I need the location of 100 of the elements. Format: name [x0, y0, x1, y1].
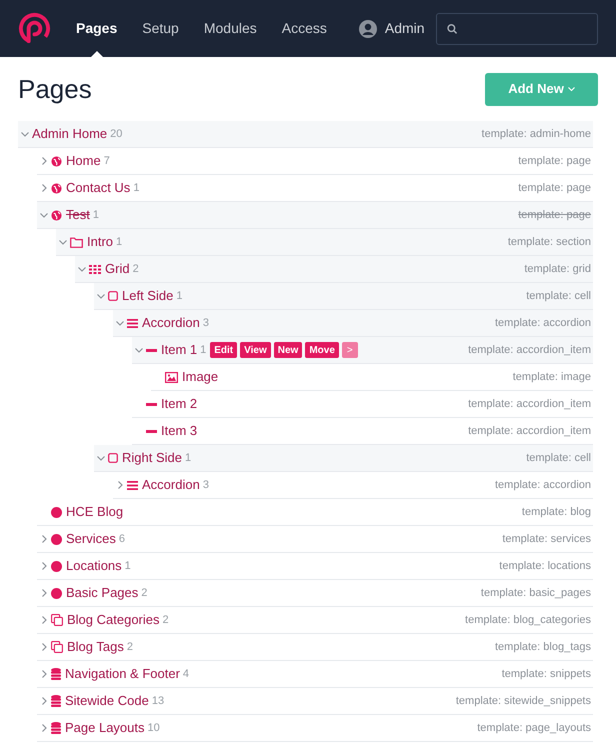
- collapse-caret-icon[interactable]: [59, 240, 67, 244]
- collapse-caret-icon[interactable]: [135, 348, 143, 352]
- child-count: 1: [184, 450, 192, 466]
- action-button[interactable]: Move: [305, 342, 339, 358]
- page-title-link[interactable]: Locations: [66, 556, 122, 576]
- database-icon: [51, 722, 61, 734]
- template-label: template: section: [508, 234, 591, 250]
- tree-row[interactable]: Item 1 1 Edit View New Move > template: accordion_item: [132, 337, 593, 364]
- template-label: template: page: [518, 154, 591, 169]
- page-title-link[interactable]: Navigation & Footer: [65, 664, 180, 684]
- child-count: 1: [116, 234, 122, 250]
- tree-row[interactable]: Test 1 template: page: [37, 202, 593, 229]
- action-button[interactable]: Edit: [210, 342, 238, 358]
- search-icon: [447, 22, 458, 34]
- dot-icon: [51, 534, 62, 544]
- square-icon: [108, 291, 118, 301]
- page-title-link[interactable]: Item 1: [161, 340, 198, 360]
- template-label: template: accordion: [495, 478, 591, 493]
- collapse-caret-icon[interactable]: [78, 266, 86, 272]
- child-count: 13: [152, 694, 164, 709]
- tree-row[interactable]: Left Side 1 template: cell: [94, 283, 593, 310]
- tree-row[interactable]: Grid 2 template: grid: [75, 256, 593, 283]
- dash-icon: [146, 402, 157, 406]
- page-title-link[interactable]: Admin Home: [32, 124, 108, 144]
- template-label: template: accordion_item: [468, 396, 591, 412]
- page-title-link[interactable]: Sitewide Code: [65, 691, 149, 711]
- expand-caret-icon[interactable]: [118, 481, 122, 489]
- globe-icon: [51, 182, 62, 194]
- action-button[interactable]: View: [240, 342, 271, 358]
- dash-icon: [146, 430, 157, 432]
- expand-caret-icon[interactable]: [42, 562, 46, 570]
- template-label: template: blog_categories: [465, 612, 591, 628]
- copy-icon: [51, 641, 63, 653]
- expand-caret-icon[interactable]: [42, 724, 46, 732]
- page-title-link[interactable]: HCE Blog: [66, 502, 124, 522]
- page-title-link[interactable]: Item 3: [161, 421, 198, 441]
- template-label: template: image: [512, 370, 591, 385]
- page-title-link[interactable]: Right Side: [122, 448, 182, 468]
- template-label: template: blog_tags: [494, 640, 591, 655]
- search-field[interactable]: [436, 12, 598, 44]
- expand-caret-icon[interactable]: [42, 535, 46, 543]
- collapse-caret-icon[interactable]: [97, 456, 105, 460]
- child-count: 7: [104, 154, 110, 169]
- expand-caret-icon[interactable]: [42, 643, 46, 651]
- page-title-link[interactable]: Basic Pages: [66, 583, 138, 603]
- template-label: template: page: [518, 180, 591, 196]
- expand-caret-icon[interactable]: [42, 670, 46, 678]
- page-title-link[interactable]: Image: [182, 367, 218, 387]
- tree-row[interactable]: Admin Home 20 template: admin-home: [18, 121, 593, 148]
- template-label: template: snippets: [502, 666, 591, 682]
- page-title-link[interactable]: Home: [66, 151, 101, 171]
- child-count: 6: [118, 532, 125, 547]
- database-icon: [51, 695, 61, 707]
- list-icon: [127, 318, 138, 328]
- child-count: 1: [176, 288, 182, 304]
- tree-row[interactable]: Intro 1 template: section: [56, 229, 593, 256]
- page-title-link[interactable]: Services: [66, 529, 116, 549]
- template-label: template: services: [502, 532, 591, 547]
- collapse-caret-icon[interactable]: [97, 294, 105, 298]
- page-title-link[interactable]: Left Side: [122, 286, 174, 306]
- dot-icon: [51, 506, 62, 518]
- expand-caret-icon[interactable]: [42, 697, 46, 705]
- nav-tab[interactable]: Pages: [76, 0, 118, 57]
- page-title-link[interactable]: Accordion: [142, 475, 200, 495]
- child-count: 1: [200, 342, 206, 358]
- logo-icon[interactable]: [18, 12, 51, 45]
- template-label: template: page_layouts: [477, 720, 591, 736]
- page-title-link[interactable]: Accordion: [142, 313, 200, 333]
- collapse-caret-icon[interactable]: [116, 320, 124, 326]
- nav-tab[interactable]: Setup: [142, 0, 179, 57]
- expand-caret-icon[interactable]: [42, 184, 46, 192]
- page-title-link[interactable]: Blog Categories: [67, 610, 160, 630]
- child-count: 1: [124, 558, 131, 574]
- tree-row[interactable]: Right Side 1 template: cell: [94, 445, 593, 472]
- template-label: template: admin-home: [482, 126, 591, 142]
- page-title-link[interactable]: Contact Us: [66, 178, 130, 198]
- caret-icon: [568, 86, 575, 92]
- template-label: template: page: [518, 208, 591, 223]
- dot-icon: [51, 560, 62, 572]
- child-count: 20: [110, 126, 122, 142]
- globe-icon: [51, 156, 62, 166]
- collapse-caret-icon[interactable]: [40, 212, 48, 218]
- page-title-link[interactable]: Test: [66, 205, 90, 225]
- nav-tab[interactable]: Modules: [204, 0, 257, 57]
- page-title-link[interactable]: Blog Tags: [67, 637, 124, 657]
- nav-tab[interactable]: Access: [282, 0, 327, 57]
- collapse-caret-icon[interactable]: [21, 132, 29, 136]
- child-count: 1: [92, 208, 99, 223]
- page-title-link[interactable]: Grid: [105, 259, 130, 279]
- tree-row[interactable]: Accordion 3 template: accordion: [113, 310, 593, 337]
- expand-caret-icon[interactable]: [42, 616, 46, 624]
- square-icon: [108, 453, 118, 463]
- page-title-link[interactable]: Item 2: [161, 394, 198, 414]
- action-button[interactable]: New: [274, 342, 302, 358]
- page-title-link[interactable]: Intro: [87, 232, 114, 252]
- expand-caret-icon[interactable]: [42, 589, 46, 597]
- template-label: template: grid: [524, 262, 591, 277]
- expand-caret-icon[interactable]: [42, 157, 46, 165]
- page-title-link[interactable]: Page Layouts: [65, 718, 145, 738]
- user-name[interactable]: Admin: [384, 18, 425, 39]
